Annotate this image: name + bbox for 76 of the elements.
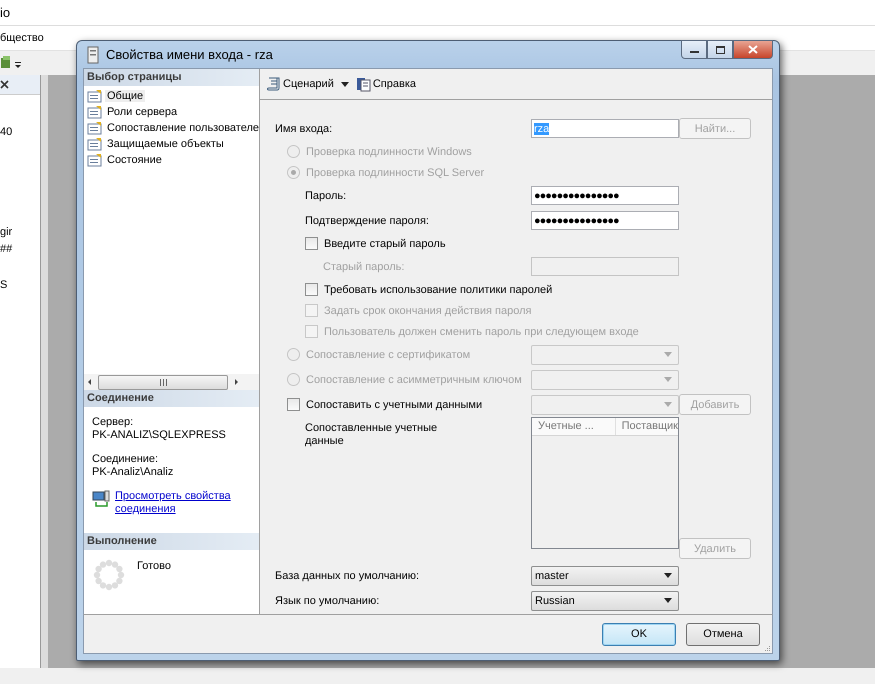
field-label: Подтверждение пароля: <box>305 214 429 226</box>
input-field[interactable] <box>531 257 679 276</box>
script-button[interactable]: Сценарий <box>264 76 336 92</box>
connection-label: Соединение: <box>92 453 160 466</box>
page-item[interactable]: Роли сервера <box>105 106 180 118</box>
dialog-title: Свойства имени входа - rza <box>106 47 274 62</box>
close-icon <box>748 45 758 54</box>
checkbox-label: Требовать использование политики паролей <box>324 284 552 296</box>
page-item[interactable]: Состояние <box>105 154 164 166</box>
checkbox-label: Сопоставить с учетными данными <box>306 398 482 410</box>
checkbox-label: Введите старый пароль <box>324 238 446 250</box>
section-header: Выбор страницы <box>84 69 259 86</box>
column-header[interactable]: Поставщик <box>616 418 678 435</box>
book-icon <box>356 76 372 92</box>
maximize-button[interactable] <box>707 40 733 59</box>
connection-label: Сервер: <box>92 416 134 429</box>
radio-label: Сопоставление с сертификатом <box>306 348 470 360</box>
computer-icon <box>92 490 110 508</box>
connection-value: PK-ANALIZ\SQLEXPRESS <box>92 429 227 442</box>
scroll-icon <box>266 76 282 92</box>
page-item[interactable]: Защищаемые объекты <box>105 138 226 150</box>
section-header: Выполнение <box>84 533 259 550</box>
column-header[interactable]: Учетные ... <box>532 418 616 435</box>
caret-icon <box>340 82 349 86</box>
dropdown-field[interactable]: master <box>531 566 679 586</box>
close-icon <box>0 80 9 89</box>
menu-item[interactable]: бщество <box>0 32 44 44</box>
ok-button[interactable]: OK <box>602 622 676 646</box>
caret-icon <box>664 598 672 603</box>
field-label: Имя входа: <box>275 122 332 134</box>
toolbar-icon <box>0 55 12 71</box>
field-label: Старый пароль: <box>323 260 404 272</box>
field-label: Сопоставленные учетные данные <box>305 422 438 448</box>
field-label: Язык по умолчанию: <box>275 594 380 606</box>
caret-icon <box>664 573 672 578</box>
scroll-left-icon <box>86 378 94 386</box>
list-text: ## <box>0 242 14 257</box>
maximize-icon <box>716 46 724 54</box>
caret-icon <box>664 402 672 407</box>
checkbox-label: Пользователь должен сменить пароль при следующем входе <box>324 326 639 338</box>
minimize-button[interactable] <box>681 40 707 59</box>
scroll-right-icon <box>232 378 240 386</box>
connection-link[interactable]: Просмотреть свойства соединения <box>115 490 245 516</box>
radio-label: Сопоставление с асимметричным ключом <box>306 374 522 386</box>
page-item[interactable]: Общие <box>105 90 146 102</box>
window-title: io <box>0 5 10 20</box>
document-icon <box>87 105 103 119</box>
radio-label: Проверка подлинности SQL Server <box>306 166 484 178</box>
scrollbar-thumb[interactable] <box>98 374 228 390</box>
document-icon <box>87 121 103 135</box>
list-view[interactable]: Учетные ... Поставщик <box>531 417 679 549</box>
section-header: Соединение <box>84 390 259 407</box>
checkbox[interactable] <box>287 398 300 411</box>
document-icon <box>87 89 103 103</box>
checkbox-label: Задать срок окончания действия пароля <box>324 304 532 316</box>
close-button[interactable] <box>733 40 773 59</box>
document-icon <box>87 153 103 167</box>
document-icon <box>87 137 103 151</box>
page-item[interactable]: Сопоставление пользователе <box>105 122 259 134</box>
horizontal-scrollbar[interactable] <box>84 374 259 390</box>
field-label: База данных по умолчанию: <box>275 570 420 582</box>
status-text: Готово <box>137 560 171 572</box>
grip-icon <box>158 378 168 386</box>
caret-icon <box>664 377 672 382</box>
field-label: Пароль: <box>305 190 346 202</box>
server-icon <box>87 46 99 64</box>
spinner-icon <box>93 559 125 591</box>
list-text: S <box>0 278 8 293</box>
radio-label: Проверка подлинности Windows <box>306 146 472 158</box>
connection-value: PK-Analiz\Analiz <box>92 466 174 479</box>
help-button[interactable]: Справка <box>354 76 418 92</box>
cancel-button[interactable]: Отмена <box>686 622 760 646</box>
dropdown-field[interactable]: Russian <box>531 590 679 610</box>
list-text: gir <box>0 225 14 240</box>
caret-icon <box>664 352 672 357</box>
list-text: 40 <box>0 125 14 140</box>
